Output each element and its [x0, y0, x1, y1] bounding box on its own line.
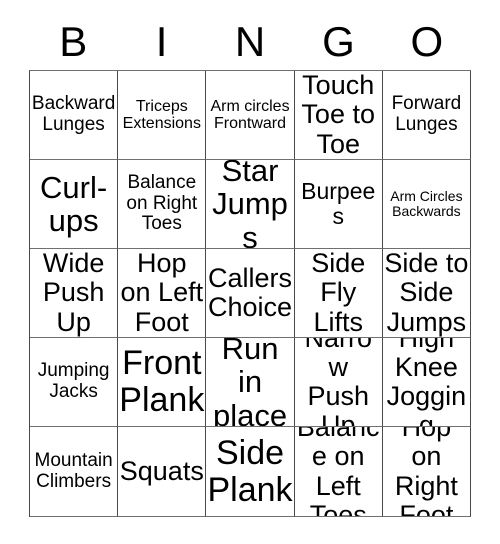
- bingo-cell[interactable]: Balance on Left Toes: [294, 427, 383, 517]
- bingo-grid: Backward Lunges Triceps Extensions Arm c…: [29, 70, 472, 517]
- bingo-cell-label: Side Plank: [207, 433, 293, 509]
- bingo-cell[interactable]: Balance on Right Toes: [118, 160, 207, 249]
- bingo-row: Jumping Jacks Front Plank Run in place N…: [30, 338, 472, 427]
- bingo-cell[interactable]: Backward Lunges: [30, 71, 119, 160]
- bingo-cell-label: Squats: [119, 455, 204, 486]
- bingo-cell-label: Arm Circles Backwards: [390, 187, 463, 219]
- bingo-header-letter-g: G: [322, 18, 355, 65]
- bingo-cell[interactable]: Forward Lunges: [382, 71, 472, 160]
- bingo-cell[interactable]: Side to Side Jumps: [382, 249, 472, 338]
- bingo-cell[interactable]: Burpees: [294, 160, 383, 249]
- bingo-cell[interactable]: Side Fly Lifts: [294, 249, 383, 338]
- bingo-cell-label: Curl-ups: [40, 169, 108, 238]
- bingo-cell-label: Side Fly Lifts: [311, 249, 366, 337]
- bingo-cell[interactable]: Star Jumps: [206, 160, 295, 249]
- bingo-row: Curl-ups Balance on Right Toes Star Jump…: [30, 160, 472, 249]
- bingo-cell-label: Touch Toe to Toe: [301, 71, 375, 159]
- bingo-cell[interactable]: Callers Choice: [206, 249, 295, 338]
- bingo-cell-label: Narrow Push Up: [304, 338, 372, 427]
- bingo-header-letter-b: B: [59, 18, 88, 65]
- bingo-cell[interactable]: Mountain Climbers: [30, 427, 119, 517]
- bingo-cell-label: Backward Lunges: [31, 93, 116, 135]
- bingo-header-letter-n: N: [234, 18, 266, 65]
- bingo-cell[interactable]: Curl-ups: [30, 160, 119, 249]
- bingo-cell-label: Burpees: [301, 178, 376, 229]
- bingo-cell[interactable]: Hop on Left Foot: [118, 249, 207, 338]
- bingo-cell-label: Forward Lunges: [391, 93, 462, 135]
- bingo-cell-label: Side to Side Jumps: [384, 249, 469, 337]
- bingo-cell[interactable]: Narrow Push Up: [294, 338, 383, 427]
- bingo-cell-label: Triceps Extensions: [122, 97, 201, 132]
- bingo-cell-label: Wide Push Up: [42, 249, 105, 337]
- bingo-cell-label: Callers Choice: [207, 262, 293, 322]
- bingo-cell[interactable]: Squats: [118, 427, 207, 517]
- bingo-cell[interactable]: Front Plank: [118, 338, 207, 427]
- bingo-cell-label: High Knee Jogging: [386, 338, 467, 427]
- bingo-cell[interactable]: Wide Push Up: [30, 249, 119, 338]
- bingo-cell-label: Hop on Left Foot: [120, 249, 204, 337]
- bingo-cell-label: Jumping Jacks: [37, 360, 110, 402]
- bingo-cell-label: Front Plank: [119, 344, 205, 419]
- bingo-cell[interactable]: Jumping Jacks: [30, 338, 119, 427]
- bingo-cell-label: Mountain Climbers: [34, 449, 113, 492]
- bingo-cell-label: Balance on Left Toes: [296, 427, 380, 517]
- bingo-header-letter-i: I: [155, 18, 168, 65]
- bingo-cell-label: Balance on Right Toes: [126, 172, 198, 235]
- bingo-cell-label: Run in place: [212, 338, 288, 427]
- bingo-cell[interactable]: High Knee Jogging: [382, 338, 472, 427]
- bingo-cell[interactable]: Triceps Extensions: [118, 71, 207, 160]
- bingo-cell-label: Arm circles Frontward: [210, 97, 290, 132]
- bingo-row: Wide Push Up Hop on Left Foot Callers Ch…: [30, 249, 472, 338]
- bingo-cell-label: Hop on Right Foot: [394, 427, 458, 517]
- bingo-header-row: B I N G O: [29, 14, 471, 70]
- bingo-cell[interactable]: Touch Toe to Toe: [294, 71, 383, 160]
- bingo-cell[interactable]: Hop on Right Foot: [382, 427, 472, 517]
- bingo-header-letter-o: O: [410, 18, 444, 65]
- bingo-card: B I N G O Backward Lunges Triceps Extens…: [29, 14, 472, 517]
- bingo-row: Mountain Climbers Squats Side Plank Bala…: [30, 427, 472, 517]
- bingo-cell[interactable]: Run in place: [206, 338, 295, 427]
- bingo-cell[interactable]: Arm circles Frontward: [206, 71, 295, 160]
- bingo-cell[interactable]: Arm Circles Backwards: [382, 160, 472, 249]
- bingo-cell-label: Star Jumps: [212, 160, 288, 249]
- bingo-cell[interactable]: Side Plank: [206, 427, 295, 517]
- bingo-row: Backward Lunges Triceps Extensions Arm c…: [30, 71, 472, 160]
